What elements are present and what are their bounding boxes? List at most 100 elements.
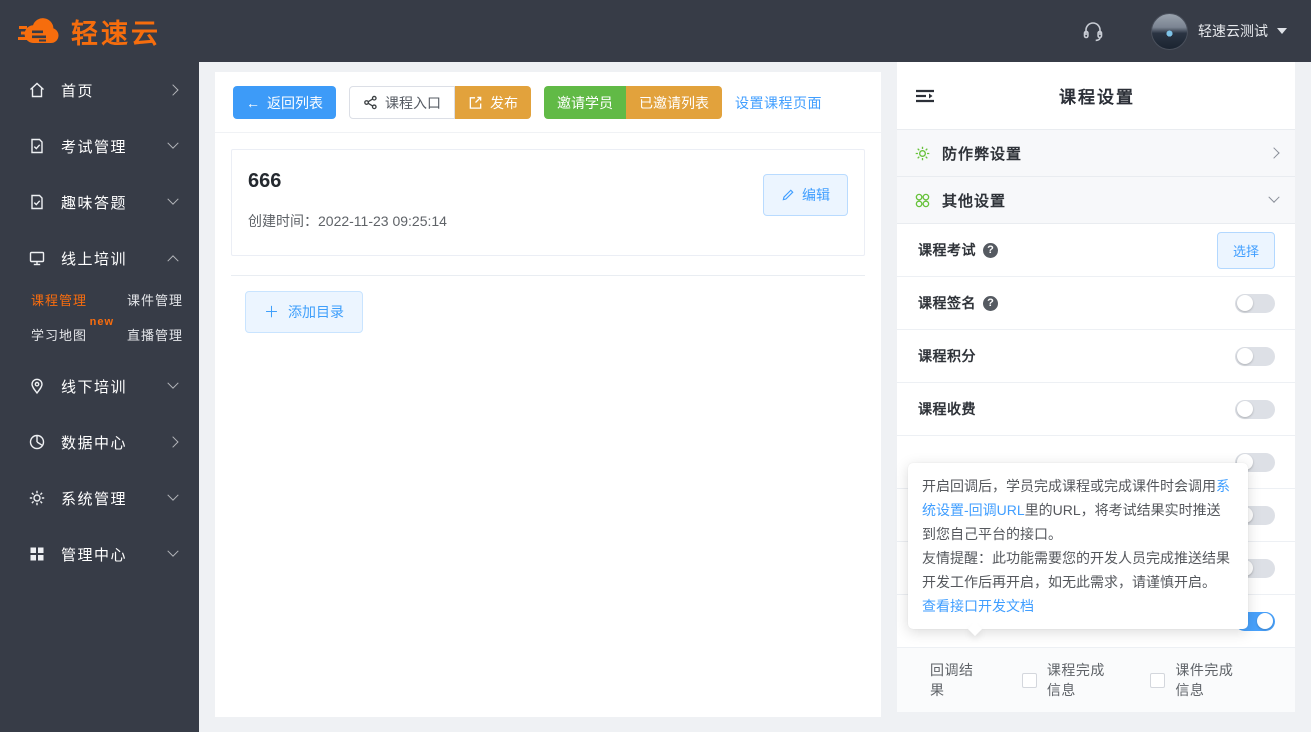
app-logo[interactable]: 轻速云 [0,12,161,51]
submenu-item-courseware-management[interactable]: 课件管理 [127,290,183,309]
user-menu-caret-icon[interactable] [1277,28,1287,34]
setting-row-course-signature: 课程签名 [897,277,1295,330]
user-avatar[interactable] [1151,12,1188,50]
fold-panel-icon[interactable] [915,87,935,105]
back-arrow-icon: ← [246,94,260,111]
back-to-list-button[interactable]: ← 返回列表 [233,86,336,119]
user-name[interactable]: 轻速云测试 [1198,21,1268,41]
setting-row-course-fee: 课程收费 [897,383,1295,436]
chevron-down-icon [167,377,179,389]
invite-students-button[interactable]: 邀请学员 [544,86,626,119]
plus-icon: ＋ [264,303,280,321]
sidebar-item-label: 线上培训 [61,250,128,268]
publish-icon [468,95,483,110]
chevron-right-icon [167,84,179,96]
online-training-submenu: 课程管理 课件管理 学习地图 new 直播管理 [0,286,199,358]
sidebar-item-system-management[interactable]: 系统管理 [0,470,199,526]
api-docs-link[interactable]: 查看接口开发文档 [922,598,1034,614]
chevron-down-icon [1268,191,1280,203]
pencil-icon [781,188,795,202]
submenu-item-live-management[interactable]: 直播管理 [127,325,183,344]
course-entry-button[interactable]: 课程入口 [349,86,455,119]
grid-icon [28,545,46,563]
help-icon[interactable] [983,242,998,258]
new-badge: new [89,316,115,328]
sidebar-item-online-training[interactable]: 线上培训 [0,230,199,286]
invite-button-label: 邀请学员 [557,94,613,111]
sidebar-item-offline-training[interactable]: 线下培训 [0,358,199,414]
circles-green-icon [914,192,931,209]
chevron-down-icon [167,137,179,149]
sidebar-item-exam-management[interactable]: 考试管理 [0,118,199,174]
checkbox-course-complete: 课程完成信息 [1021,660,1111,700]
submenu-item-learning-map[interactable]: 学习地图 new [31,316,113,344]
publish-button[interactable]: 发布 [455,86,531,119]
course-signature-toggle[interactable] [1235,293,1275,313]
courseware-complete-checkbox[interactable] [1150,672,1166,688]
course-card: ← 返回列表 课程入口 发布 邀请学员 已邀请列表 设置课程页面 666 创建时… [215,72,881,717]
other-settings-section[interactable]: 其他设置 [897,177,1295,224]
section-label: 防作弊设置 [942,145,1023,163]
sidebar-item-label: 系统管理 [61,490,128,508]
monitor-icon [28,249,46,267]
topbar: 轻速云 轻速云测试 [0,0,1311,62]
home-icon [28,81,46,99]
select-exam-button[interactable]: 选择 [1216,231,1275,269]
chevron-down-icon [167,193,179,205]
course-toolbar: ← 返回列表 课程入口 发布 邀请学员 已邀请列表 设置课程页面 [215,72,881,133]
course-info-box: 666 创建时间：2022-11-23 09:25:14 编辑 [231,149,865,256]
tooltip-text: 开启回调后，学员完成课程或完成课件时会调用 [922,478,1216,494]
course-fee-toggle[interactable] [1235,399,1275,419]
setting-label: 课程积分 [918,348,976,364]
setting-row-course-points: 课程积分 [897,330,1295,383]
sidebar-item-label: 考试管理 [61,138,128,156]
quiz-doc-icon [28,193,46,211]
checkbox-label: 课件完成信息 [1175,662,1234,698]
submenu-item-course-management[interactable]: 课程管理 [31,290,87,309]
back-button-label: 返回列表 [267,94,323,111]
submenu-item-label: 学习地图 [31,328,88,343]
chevron-up-icon [167,255,179,267]
course-title: 666 [248,170,282,192]
sidebar-item-data-center[interactable]: 数据中心 [0,414,199,470]
headset-icon[interactable] [1081,19,1105,43]
chevron-right-icon [167,436,179,448]
pie-chart-icon [28,433,46,451]
anti-cheat-settings-section[interactable]: 防作弊设置 [897,130,1295,177]
publish-button-label: 发布 [490,94,518,111]
setting-label: 回调结果 [930,662,974,698]
edit-course-button[interactable]: 编辑 [763,174,848,216]
tooltip-text: 友情提醒：此功能需要您的开发人员完成推送结果开发工作后再开启，如无此需求，请谨慎… [922,550,1230,590]
page-setting-link[interactable]: 设置课程页面 [735,93,822,113]
sidebar-item-label: 数据中心 [61,434,128,452]
sidebar-item-label: 首页 [61,82,95,100]
created-time-value: 2022-11-23 09:25:14 [318,213,447,229]
invite-button-group: 邀请学员 已邀请列表 [544,86,722,119]
help-icon[interactable] [983,295,998,311]
sidebar: 首页 考试管理 趣味答题 线上培训 课程管理 课件管理 学习地图 new 直播管… [0,62,199,732]
add-catalog-button[interactable]: ＋ 添加目录 [245,291,364,333]
sidebar-item-label: 趣味答题 [61,194,128,212]
share-icon [363,95,378,110]
course-complete-checkbox[interactable] [1021,672,1037,688]
entry-publish-button-group: 课程入口 发布 [349,86,531,119]
gear-icon [28,489,46,507]
cloud-logo-icon [18,16,62,46]
sidebar-item-fun-quiz[interactable]: 趣味答题 [0,174,199,230]
invited-list-button[interactable]: 已邀请列表 [626,86,722,119]
sidebar-item-admin-center[interactable]: 管理中心 [0,526,199,582]
course-created-time: 创建时间：2022-11-23 09:25:14 [248,211,848,231]
logo-text: 轻速云 [71,18,161,49]
checkbox-label: 课程完成信息 [1046,662,1105,698]
gear-green-icon [914,145,931,162]
chevron-down-icon [167,489,179,501]
setting-row-course-exam: 课程考试 选择 [897,224,1295,277]
callback-help-tooltip: 开启回调后，学员完成课程或完成课件时会调用系统设置-回调URL里的URL，将考试… [908,463,1248,629]
sidebar-item-home[interactable]: 首页 [0,62,199,118]
section-label: 其他设置 [942,192,1007,210]
settings-panel-header: 课程设置 [897,62,1295,130]
edit-button-label: 编辑 [802,187,830,203]
course-settings-panel: 课程设置 防作弊设置 其他设置 课程考试 选择 课程签名 [897,62,1295,712]
course-points-toggle[interactable] [1235,346,1275,366]
exam-doc-icon [28,137,46,155]
